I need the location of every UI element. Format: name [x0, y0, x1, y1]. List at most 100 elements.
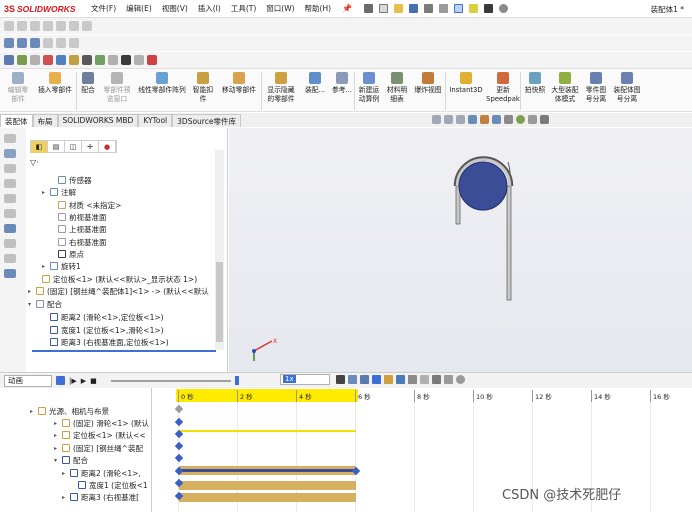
side-icon[interactable]	[4, 239, 16, 248]
menu-tools[interactable]: 工具(T)	[226, 3, 261, 14]
results-icon[interactable]	[444, 375, 453, 384]
expand-toggle-icon[interactable]: ▾	[28, 301, 36, 308]
command-button[interactable]: 零部件预 览窗口	[99, 69, 135, 104]
filter-icon[interactable]: ▽·	[30, 158, 39, 167]
command-button[interactable]: 新建运 动算例	[355, 69, 383, 104]
command-button[interactable]: 大型装配 体模式	[549, 69, 581, 104]
toolbar-icon[interactable]	[69, 21, 79, 31]
distance-mate-bar[interactable]	[179, 469, 356, 472]
expand-toggle-icon[interactable]: ▸	[30, 408, 38, 415]
configurationmanager-tab-icon[interactable]: ◫	[65, 141, 82, 153]
expand-toggle-icon[interactable]: ▸	[42, 263, 50, 270]
tree-item[interactable]: 原点	[50, 248, 84, 260]
width-mate-bar[interactable]	[179, 481, 356, 490]
traffic-light-icon[interactable]	[484, 4, 494, 13]
motion-tree-item[interactable]: ▸ (固定) 滑轮<1> (默认	[54, 417, 149, 429]
tree-item[interactable]: 材质 <未指定>	[50, 199, 121, 211]
tree-item[interactable]: ▸ 注解	[42, 186, 76, 198]
stop-icon[interactable]: ■	[90, 377, 97, 385]
add-key-icon[interactable]	[384, 375, 393, 384]
playback-speed-select[interactable]: 1x	[280, 374, 330, 385]
expand-toggle-icon[interactable]: ▸	[54, 445, 62, 452]
menu-edit[interactable]: 编辑(E)	[121, 3, 157, 14]
tree-item[interactable]: 距离2 (滑轮<1>,定位板<1>)	[42, 311, 164, 323]
previous-view-icon[interactable]	[456, 115, 465, 124]
command-button[interactable]: 拍快照	[521, 69, 549, 95]
graphics-area[interactable]	[229, 128, 692, 372]
toolbar-icon[interactable]	[82, 55, 92, 65]
expand-toggle-icon[interactable]: ▸	[28, 288, 36, 295]
study-type-select[interactable]: 动画	[4, 374, 52, 387]
command-button[interactable]: 配合	[77, 69, 99, 95]
tree-item[interactable]: ▾ 配合	[28, 298, 62, 310]
playback-thumb[interactable]	[234, 376, 239, 385]
command-button[interactable]: 线性零部件阵列	[135, 69, 189, 95]
view-settings-icon[interactable]	[540, 115, 549, 124]
tree-item[interactable]: 传感器	[50, 174, 92, 186]
spring-icon[interactable]	[408, 375, 417, 384]
toolbar-icon[interactable]	[30, 21, 40, 31]
command-button[interactable]: 移动零部件	[217, 69, 261, 95]
tree-item[interactable]: 宽度1 (定位板<1>,滑轮<1>)	[42, 324, 164, 336]
tab-assembly[interactable]: 装配体	[0, 114, 33, 127]
toolbar-icon[interactable]	[69, 55, 79, 65]
toolbar-icon[interactable]	[56, 38, 66, 48]
toolbar-icon[interactable]	[43, 21, 53, 31]
tree-item[interactable]: 距离3 (右视基准面,定位板<1>)	[42, 336, 169, 348]
undo-icon[interactable]	[439, 4, 449, 13]
distance3-mate-bar[interactable]	[179, 493, 356, 502]
toolbar-icon[interactable]	[4, 55, 14, 65]
motion-tree-item[interactable]: ▸ 定位板<1> (默认<<	[54, 429, 146, 441]
scrollbar-thumb[interactable]	[216, 262, 223, 342]
arrow-icon[interactable]	[336, 375, 345, 384]
tree-item[interactable]: ▸ 旋转1	[42, 260, 81, 272]
featuremanager-tab-icon[interactable]: ◧	[31, 141, 48, 153]
toolbar-icon[interactable]	[134, 55, 144, 65]
pin-icon[interactable]: 📌	[342, 4, 352, 13]
tree-scrollbar[interactable]	[215, 150, 224, 350]
side-icon[interactable]	[4, 134, 16, 143]
expand-toggle-icon[interactable]: ▾	[54, 457, 62, 464]
side-icon[interactable]	[4, 149, 16, 158]
play-from-start-icon[interactable]: |▶	[69, 377, 77, 385]
motion-tree-item[interactable]: 宽度1 (定位板<1	[70, 479, 148, 491]
command-button[interactable]: 智能扣 件	[189, 69, 217, 104]
expand-toggle-icon[interactable]: ▸	[62, 470, 70, 477]
toolbar-icon[interactable]	[82, 21, 92, 31]
home-icon[interactable]	[364, 4, 374, 13]
side-icon[interactable]	[4, 179, 16, 188]
side-icon[interactable]	[4, 254, 16, 263]
select-arrow-icon[interactable]	[454, 4, 464, 13]
toolbar-icon[interactable]	[4, 21, 14, 31]
toolbar-icon[interactable]	[4, 38, 14, 48]
toolbar-icon[interactable]	[147, 55, 157, 65]
save-icon[interactable]	[409, 4, 419, 13]
menu-window[interactable]: 窗口(W)	[261, 3, 299, 14]
command-button[interactable]: 更新 Speedpak	[486, 69, 520, 104]
tab-mbd[interactable]: SOLIDWORKS MBD	[57, 114, 139, 127]
toolbar-icon[interactable]	[30, 55, 40, 65]
scene-icon[interactable]	[528, 115, 537, 124]
expand-toggle-icon[interactable]: ▸	[54, 432, 62, 439]
expand-toggle-icon[interactable]: ▸	[42, 189, 50, 196]
command-button[interactable]: 零件图 号分离	[581, 69, 611, 104]
menu-help[interactable]: 帮助(H)	[300, 3, 337, 14]
propertymanager-tab-icon[interactable]: ▤	[48, 141, 65, 153]
side-icon[interactable]	[4, 209, 16, 218]
command-button[interactable]: Instant3D	[446, 69, 486, 95]
contact-icon[interactable]	[420, 375, 429, 384]
toolbar-icon[interactable]	[17, 38, 27, 48]
toolbar-icon[interactable]	[17, 55, 27, 65]
display-manager-tab-icon[interactable]: ●	[99, 141, 116, 153]
menu-file[interactable]: 文件(F)	[86, 3, 121, 14]
play-icon[interactable]: ▶	[81, 377, 86, 385]
toolbar-icon[interactable]	[43, 55, 53, 65]
toolbar-icon[interactable]	[56, 55, 66, 65]
command-button[interactable]: 装配...	[300, 69, 330, 95]
menu-view[interactable]: 视图(V)	[157, 3, 193, 14]
gravity-icon[interactable]	[432, 375, 441, 384]
playback-slider[interactable]	[110, 379, 231, 382]
tree-item[interactable]: 定位板<1> (默认<<默认>_显示状态 1>)	[34, 273, 197, 285]
command-button[interactable]: 插入零部件	[34, 69, 76, 95]
dimxpert-tab-icon[interactable]: ✛	[82, 141, 99, 153]
